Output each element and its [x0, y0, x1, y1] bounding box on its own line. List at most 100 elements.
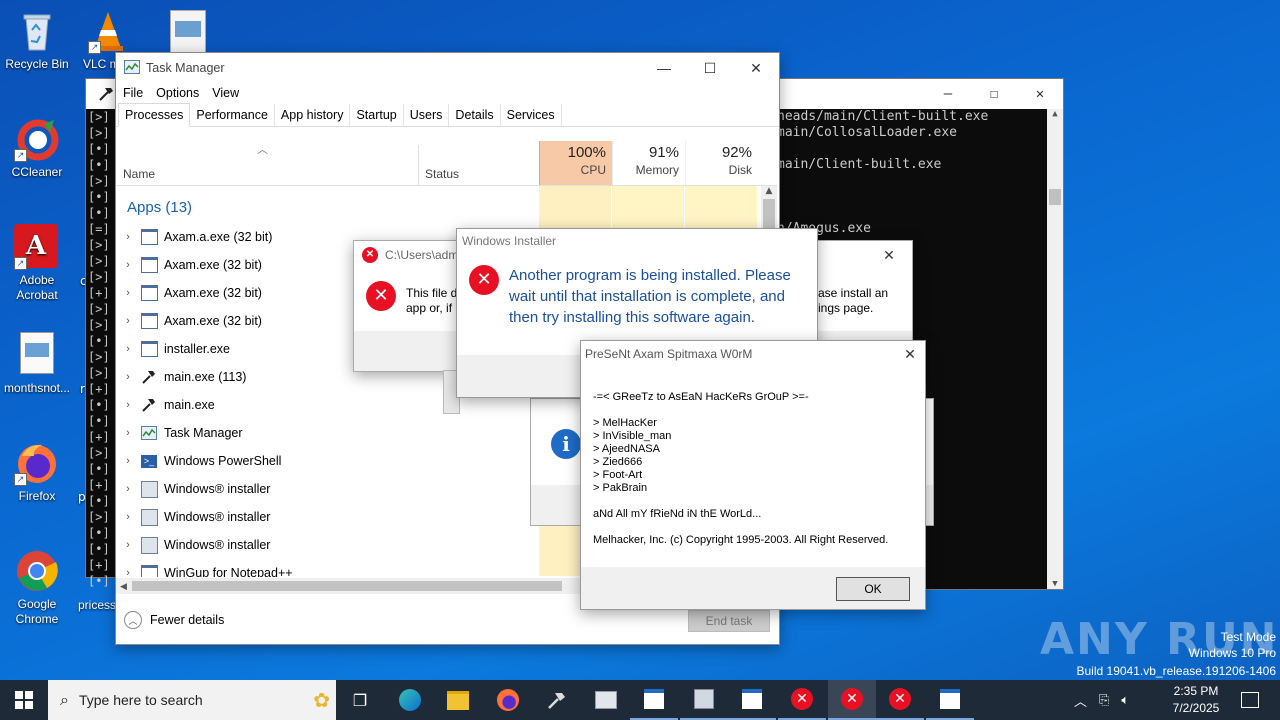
taskbar-hammer-app[interactable] — [532, 680, 580, 720]
column-disk[interactable]: 92% Disk — [685, 141, 758, 185]
close-button[interactable]: ✕ — [1017, 79, 1063, 109]
process-row[interactable]: › Axam.a.exe (32 bit) — [116, 223, 272, 251]
notification-button[interactable] — [1226, 680, 1274, 720]
process-row[interactable]: › Task Manager — [116, 419, 243, 447]
process-row[interactable]: › main.exe — [116, 391, 215, 419]
process-row[interactable]: › Axam.exe (32 bit) — [116, 279, 262, 307]
menu-options[interactable]: Options — [156, 86, 199, 100]
process-row[interactable]: › Axam.exe (32 bit) — [116, 251, 262, 279]
taskbar-app-window[interactable] — [582, 680, 630, 720]
process-row[interactable]: › installer.exe — [116, 335, 230, 363]
process-row[interactable]: › Windows® installer — [116, 475, 270, 503]
process-name: Axam.exe (32 bit) — [164, 258, 262, 272]
desktop-icon-label: Firefox — [18, 489, 56, 503]
tab-app-history[interactable]: App history — [275, 104, 351, 126]
app-window-icon — [140, 228, 158, 246]
desktop-icon-monthsnot[interactable]: monthsnot... — [0, 332, 74, 396]
taskbar-file-explorer[interactable] — [434, 680, 482, 720]
chevron-right-icon[interactable]: › — [116, 511, 140, 523]
chevron-right-icon[interactable]: › — [116, 371, 140, 383]
fewer-details-link[interactable]: ︿ Fewer details — [124, 611, 224, 629]
chevron-right-icon[interactable]: › — [116, 399, 140, 411]
error-message-line: ings page. — [818, 301, 874, 315]
greetz-dialog[interactable]: PreSeNt Axam Spitmaxa W0rM ✕ -=< GReeTz … — [580, 340, 926, 610]
taskbar-firefox[interactable] — [484, 680, 532, 720]
taskbar-app-window[interactable] — [728, 680, 776, 720]
powershell-icon: >_ — [140, 452, 158, 470]
chevron-up-icon[interactable]: ︿ — [1074, 691, 1087, 710]
chevron-right-icon[interactable]: › — [116, 259, 140, 271]
process-row[interactable]: › Axam.exe (32 bit) — [116, 307, 262, 335]
desktop-icon-recycle-bin[interactable]: Recycle Bin — [0, 8, 74, 72]
maximize-button[interactable]: ☐ — [971, 79, 1017, 109]
taskbar-app-window[interactable] — [630, 680, 678, 720]
process-row[interactable]: › Windows® installer — [116, 531, 270, 559]
desktop-icon-adobe-acrobat[interactable]: A ↗ Adobe Acrobat — [0, 224, 74, 303]
chevron-right-icon[interactable]: › — [116, 343, 140, 355]
maximize-button[interactable]: ☐ — [687, 53, 733, 83]
clock[interactable]: 2:35 PM 7/2/2025 — [1156, 683, 1236, 717]
desktop-file-icon[interactable] — [170, 10, 206, 54]
windows-logo-icon — [15, 691, 33, 709]
folder-icon — [447, 690, 469, 710]
task-view-button[interactable]: ❐ — [336, 680, 384, 720]
close-button[interactable]: ✕ — [895, 341, 925, 367]
process-row[interactable]: › Windows® installer — [116, 503, 270, 531]
chevron-right-icon[interactable]: › — [116, 315, 140, 327]
close-icon: ✕ — [750, 59, 762, 76]
network-icon[interactable]: ⎘ — [1099, 693, 1109, 708]
taskbar-search-box[interactable]: ⌕ Type here to search ✿ — [48, 680, 336, 720]
tab-services[interactable]: Services — [501, 104, 562, 126]
column-memory[interactable]: 91% Memory — [612, 141, 685, 185]
close-button[interactable]: ✕ — [866, 241, 912, 269]
taskbar-error-dialog[interactable]: ✕ — [876, 680, 924, 720]
task-manager-titlebar[interactable]: Task Manager — ☐ ✕ — [116, 53, 779, 83]
column-status[interactable]: Status — [425, 167, 459, 181]
chevron-right-icon[interactable]: › — [116, 483, 140, 495]
taskbar-edge[interactable] — [386, 680, 434, 720]
chevron-right-icon[interactable]: › — [116, 539, 140, 551]
console-line: heads/main/Client-built.exe — [777, 109, 989, 124]
chevron-right-icon[interactable]: › — [116, 231, 140, 243]
column-cpu[interactable]: 100% CPU — [539, 141, 612, 185]
ok-button[interactable]: OK — [836, 577, 910, 601]
tab-details[interactable]: Details — [449, 104, 501, 126]
taskbar-error-dialog[interactable]: ✕ — [778, 680, 826, 720]
desktop-icon-ccleaner[interactable]: ↗ CCleaner — [0, 116, 74, 180]
start-button[interactable] — [0, 680, 48, 720]
minimize-button[interactable]: — — [641, 53, 687, 83]
app-window-icon — [644, 689, 664, 709]
desktop-icon-label: Adobe Acrobat — [16, 273, 58, 302]
chevron-right-icon[interactable]: › — [116, 567, 140, 577]
taskbar-app-window[interactable] — [926, 680, 974, 720]
tab-processes[interactable]: Processes — [118, 103, 191, 127]
end-task-button[interactable]: End task — [688, 610, 770, 632]
process-row[interactable]: › main.exe (113) — [116, 363, 246, 391]
menu-file[interactable]: File — [123, 86, 143, 100]
chevron-right-icon[interactable]: › — [116, 287, 140, 299]
chevron-right-icon[interactable]: › — [116, 455, 140, 467]
tab-startup[interactable]: Startup — [350, 104, 404, 126]
search-placeholder: Type here to search — [78, 692, 203, 708]
desktop-icon-google-chrome[interactable]: Google Chrome — [0, 548, 74, 627]
process-row[interactable]: › WinGup for Notepad++ — [116, 559, 293, 577]
close-button[interactable]: ✕ — [733, 53, 779, 83]
scroll-thumb[interactable] — [1049, 189, 1061, 205]
column-name[interactable]: Name — [123, 167, 155, 181]
menu-view[interactable]: View — [212, 86, 239, 100]
tab-performance[interactable]: Performance — [190, 104, 275, 126]
console-scrollbar[interactable]: ▲ ▼ — [1047, 109, 1063, 589]
chevron-right-icon[interactable]: › — [116, 427, 140, 439]
group-header-apps[interactable]: Apps (13) — [127, 199, 192, 216]
installer-icon — [694, 689, 714, 709]
volume-icon[interactable]: 🔈︎ — [1121, 693, 1129, 708]
desktop-icon-firefox[interactable]: ↗ Firefox — [0, 440, 74, 504]
tab-users[interactable]: Users — [404, 104, 450, 126]
minimize-button[interactable]: — — [925, 79, 971, 109]
process-row[interactable]: › >_ Windows PowerShell — [116, 447, 281, 475]
taskbar-error-dialog-active[interactable]: ✕ — [828, 680, 876, 720]
taskbar-installer[interactable] — [680, 680, 728, 720]
scroll-thumb[interactable] — [132, 581, 562, 591]
desktop-icon-label-pricess[interactable]: pricess — [78, 598, 116, 612]
